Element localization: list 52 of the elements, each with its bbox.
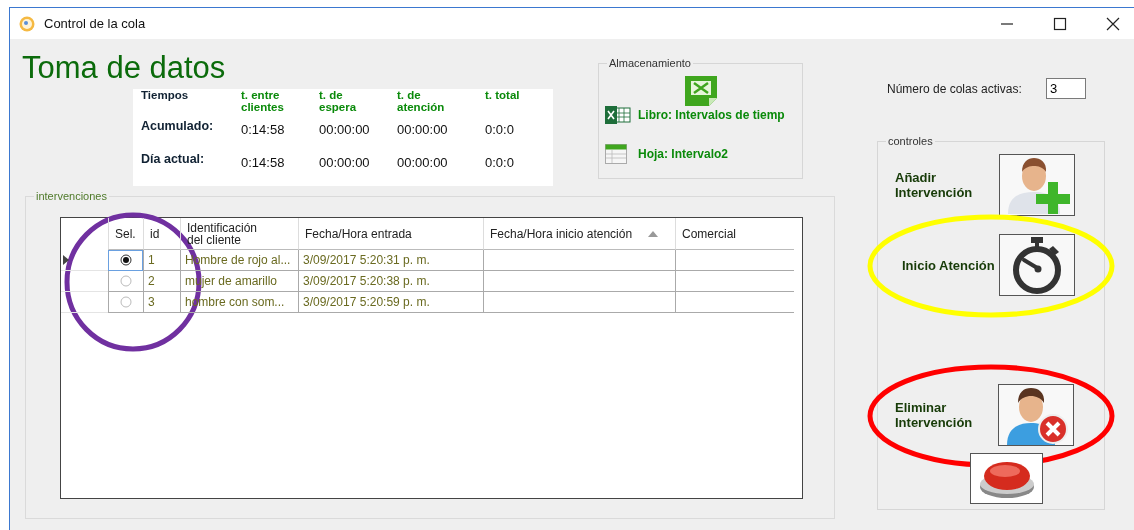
- page-heading: Toma de datos: [22, 51, 227, 85]
- action-label: Inicio Atención: [901, 257, 996, 273]
- table-cell: 2: [143, 271, 180, 292]
- times-value: 0:0:0: [485, 121, 515, 137]
- column-header[interactable]: Identificación del cliente: [180, 218, 298, 250]
- radio-button[interactable]: [120, 275, 132, 287]
- action-label: Añadir Intervención: [895, 170, 974, 200]
- times-header: Tiempos: [141, 89, 190, 101]
- queue-count-field[interactable]: 3: [1046, 78, 1086, 99]
- close-icon[interactable]: [1106, 16, 1120, 31]
- radio-button[interactable]: [120, 296, 132, 308]
- column-header[interactable]: Comercial: [675, 218, 794, 250]
- times-value: 0:14:58: [241, 154, 286, 170]
- table-cell: 1: [143, 250, 180, 271]
- times-value: 00:00:00: [319, 121, 371, 137]
- app-icon: [19, 15, 35, 32]
- field-label: Número de colas activas:: [887, 81, 1023, 96]
- times-row-label: Acumulado:: [141, 119, 215, 133]
- times-row-label: Día actual:: [141, 152, 206, 166]
- spreadsheet-icon: [605, 106, 631, 124]
- times-header: t. de espera: [319, 89, 358, 113]
- column-header[interactable]: id: [143, 218, 180, 250]
- workbook-name: Libro: Intervalos de tiemp: [638, 108, 785, 122]
- column-header[interactable]: Fecha/Hora entrada: [298, 218, 483, 250]
- remove-button[interactable]: [998, 384, 1074, 446]
- times-value: 00:00:00: [319, 154, 371, 170]
- maximize-icon[interactable]: [1053, 16, 1067, 31]
- group-title: controles: [886, 134, 935, 148]
- times-header: t. total: [485, 89, 521, 101]
- table-cell: 3/09/2017 5:20:31 p. m.: [298, 250, 483, 271]
- sheet-name: Hoja: Intervalo2: [638, 147, 729, 161]
- spreadsheet-icon: [683, 74, 718, 106]
- column-header[interactable]: Sel.: [108, 218, 143, 250]
- column-header[interactable]: Fecha/Hora inicio atención: [483, 218, 675, 250]
- sheet-icon: [605, 144, 627, 164]
- table-cell: 3/09/2017 5:20:59 p. m.: [298, 292, 483, 313]
- radio-button[interactable]: [120, 254, 132, 266]
- group-title: Almacenamiento: [607, 56, 693, 70]
- table-cell: 3: [143, 292, 180, 313]
- times-value: 00:00:00: [397, 154, 449, 170]
- add-button[interactable]: [999, 154, 1075, 216]
- action-label: Eliminar Intervención: [895, 400, 974, 430]
- times-value: 00:00:00: [397, 121, 449, 137]
- start-button[interactable]: [999, 234, 1075, 296]
- times-header: t. entre clientes: [241, 89, 285, 113]
- table-cell: 3/09/2017 5:20:38 p. m.: [298, 271, 483, 292]
- times-value: 0:14:58: [241, 121, 286, 137]
- window-title: Control de la cola: [44, 16, 146, 31]
- times-header: t. de atención: [397, 89, 446, 113]
- times-value: 0:0:0: [485, 154, 515, 170]
- group-title: intervenciones: [34, 189, 109, 203]
- stop-button[interactable]: [970, 453, 1043, 504]
